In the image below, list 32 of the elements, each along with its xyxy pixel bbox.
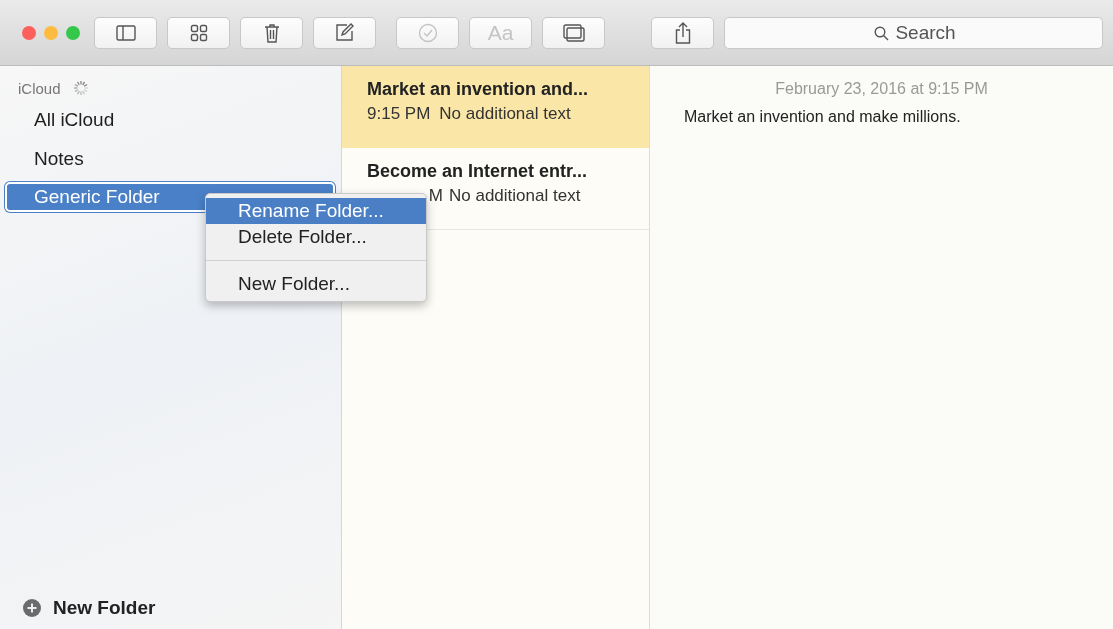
share-icon: [674, 21, 691, 44]
sidebar-icon: [115, 24, 136, 41]
window-controls-icon[interactable]: [22, 25, 80, 40]
folder-item[interactable]: Notes: [5, 140, 335, 178]
note-date: February 23, 2016 at 9:15 PM: [774, 80, 989, 98]
compose-icon: [335, 23, 354, 42]
note-body: Market an invention and make millions.: [684, 108, 962, 126]
folder-item[interactable]: All iCloud: [5, 101, 335, 139]
plus-circle-icon: [23, 599, 41, 617]
window-icon: [562, 23, 585, 42]
note-preview: No additional text: [449, 186, 581, 206]
note-title: Market an invention and...: [367, 79, 590, 100]
trash-icon: [263, 22, 280, 43]
sidebar-button[interactable]: [94, 16, 157, 49]
window-button[interactable]: [542, 16, 605, 49]
note-title: Become an Internet entr...: [367, 161, 589, 182]
share-button[interactable]: [651, 16, 714, 49]
account-header: iCloud: [18, 79, 61, 97]
note-time: 9:15 PM: [367, 104, 431, 124]
note-preview: No additional text: [439, 104, 571, 124]
selected-note-highlight[interactable]: Market an invention and... 9:15 PM No additional text: [342, 66, 649, 148]
menu-item[interactable]: Delete Folder...: [206, 224, 426, 250]
grid-button[interactable]: [167, 16, 230, 49]
checkmark-circle-icon: [417, 22, 438, 43]
menu-item[interactable]: Rename Folder...: [206, 198, 426, 224]
new-folder-button[interactable]: New Folder: [5, 597, 156, 619]
grid-icon: [189, 23, 208, 42]
compose-button[interactable]: [313, 16, 376, 49]
search-field[interactable]: Search: [724, 16, 1103, 49]
note-time: M: [427, 186, 443, 206]
trash-button[interactable]: [240, 16, 303, 49]
menu-item[interactable]: New Folder...: [206, 271, 426, 297]
